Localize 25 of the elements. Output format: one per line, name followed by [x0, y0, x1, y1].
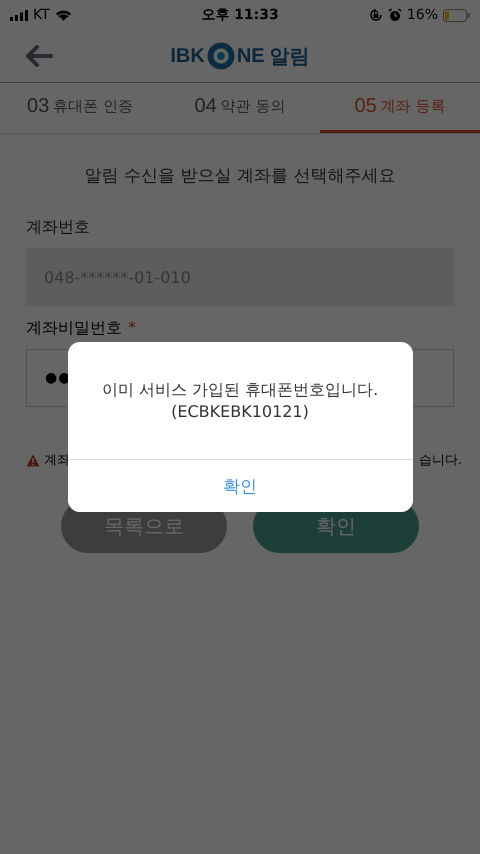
step-tab[interactable]: 03 휴대폰 인증 [0, 83, 160, 133]
signal-icon [10, 10, 28, 20]
alarm-icon [388, 8, 402, 22]
step-tab[interactable]: 04 약관 동의 [160, 83, 320, 133]
battery-icon [443, 8, 470, 22]
logo-text: IBK [170, 44, 205, 68]
logo-text: NE [236, 44, 265, 68]
field-label: 계좌번호 [26, 217, 91, 238]
battery-percent: 16% [406, 7, 438, 23]
wifi-icon [54, 9, 72, 21]
field-label: 계좌비밀번호 [26, 318, 122, 339]
required-mark: * [128, 318, 136, 339]
clock-time: 오후 11:33 [201, 6, 279, 24]
warning-text: 계좌 [44, 452, 70, 469]
ring-logo-icon [206, 42, 235, 70]
warning-text: 습니다. [418, 452, 462, 469]
rotation-lock-icon [368, 8, 383, 22]
step-tab[interactable]: 05 계좌 등록 [320, 83, 480, 133]
warning-icon [26, 454, 40, 466]
logo-suffix: 알림 [270, 42, 310, 70]
alert-message: 이미 서비스 가입된 휴대폰번호입니다. [102, 378, 378, 400]
back-arrow-icon[interactable] [25, 45, 53, 67]
carrier-name: KT [33, 7, 50, 23]
error-code: (ECBKEBK10121) [171, 400, 309, 422]
instruction-text: 알림 수신을 받으실 계좌를 선택해주세요 [84, 165, 396, 187]
